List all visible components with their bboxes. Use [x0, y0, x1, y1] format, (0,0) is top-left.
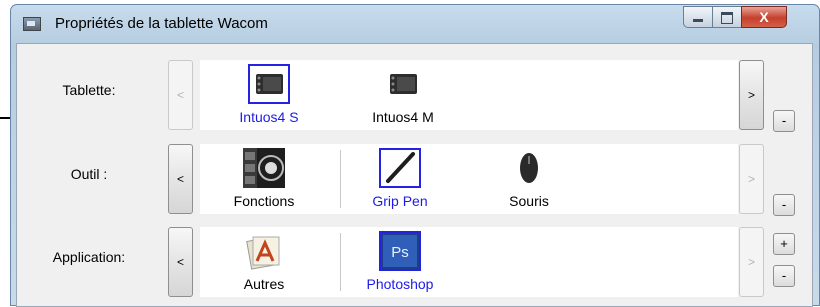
maximize-icon	[721, 12, 733, 24]
svg-text:Ps: Ps	[391, 244, 409, 261]
application-add-button[interactable]: +	[773, 233, 795, 255]
functions-icon	[243, 148, 285, 188]
list-separator	[340, 233, 341, 291]
minimize-button[interactable]	[683, 6, 713, 28]
maximize-button[interactable]	[712, 6, 742, 28]
tool-remove-button[interactable]: -	[773, 194, 795, 216]
app-window-icon	[23, 17, 41, 31]
close-button[interactable]: X	[741, 6, 787, 28]
mouse-icon	[520, 153, 538, 183]
list-item-grip-pen[interactable]: Grip Pen	[355, 144, 445, 214]
item-label: Grip Pen	[372, 193, 428, 209]
list-item-autres[interactable]: Autres	[219, 227, 309, 297]
tablet-prev-button[interactable]: <	[168, 60, 193, 130]
other-apps-icon	[246, 236, 280, 270]
item-label: Photoshop	[366, 276, 434, 292]
list-item-intuos4-s[interactable]: Intuos4 S	[224, 60, 314, 130]
wacom-properties-window: Propriétés de la tablette Wacom X Tablet…	[10, 4, 820, 307]
application-next-button[interactable]: >	[739, 227, 764, 297]
item-label: Autres	[243, 276, 285, 292]
application-remove-button[interactable]: -	[773, 265, 795, 287]
photoshop-icon: Ps	[379, 231, 421, 271]
title-bar[interactable]: Propriétés de la tablette Wacom X	[11, 5, 819, 41]
tool-row-label: Outil :	[70, 166, 108, 182]
list-item-souris[interactable]: Souris	[484, 144, 574, 214]
list-separator	[340, 150, 341, 208]
item-label: Intuos4 S	[239, 109, 299, 125]
tablet-next-button[interactable]: >	[739, 60, 764, 130]
list-item-intuos4-m[interactable]: Intuos4 M	[358, 60, 448, 130]
tool-prev-button[interactable]: <	[168, 144, 193, 214]
tool-list: Fonctions Grip Pen Souris	[200, 144, 738, 214]
list-item-fonctions[interactable]: Fonctions	[219, 144, 309, 214]
item-label: Intuos4 M	[372, 109, 434, 125]
item-label: Fonctions	[233, 193, 295, 209]
minimize-icon	[693, 19, 703, 22]
tablet-icon	[390, 74, 417, 94]
pen-icon	[379, 148, 421, 188]
tool-next-button[interactable]: >	[739, 144, 764, 214]
item-label: Souris	[509, 193, 549, 209]
list-item-photoshop[interactable]: Ps Photoshop	[355, 227, 445, 297]
tablet-list: Intuos4 S Intuos4 M	[200, 60, 738, 130]
dialog-client-area: Tablette: < Intuos4 S Intuos4 M > - Outi…	[16, 43, 813, 307]
tablet-row-label: Tablette:	[62, 82, 116, 98]
application-list: Autres Ps Photoshop	[200, 227, 738, 297]
application-prev-button[interactable]: <	[168, 227, 193, 297]
application-row-label: Application:	[52, 249, 126, 265]
tablet-icon	[248, 64, 290, 104]
tablet-remove-button[interactable]: -	[773, 110, 795, 132]
window-title: Propriétés de la tablette Wacom	[55, 15, 268, 32]
